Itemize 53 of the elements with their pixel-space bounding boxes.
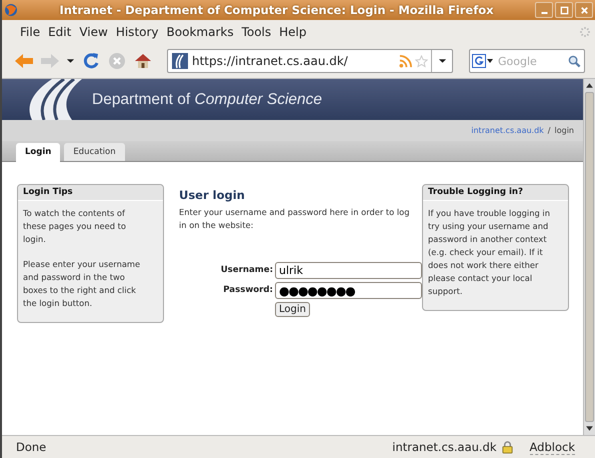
globe-icon (4, 3, 18, 17)
spinner-icon (579, 26, 591, 38)
menu-item[interactable]: View (75, 25, 112, 39)
tips-text: To watch the contents of these pages you need to login. (23, 207, 127, 246)
reload-icon[interactable] (81, 52, 101, 70)
scrollbar[interactable] (583, 79, 595, 435)
password-field[interactable]: ●●●●●●●● (275, 282, 422, 299)
address-field[interactable]: https://intranet.cs.aau.dk/ (167, 49, 453, 73)
trouble-text: If you have trouble logging in try using your username and password in another context (e.g. check your email). If it does not work there either please contact your local support. (428, 207, 551, 298)
search-field[interactable]: Google (469, 49, 585, 73)
panel-title: Login Tips (18, 185, 163, 201)
tips-text: Please enter your username and password in the two boxes to the right and click the login button. (23, 258, 142, 310)
menu-item[interactable]: History (112, 25, 163, 39)
caret-icon[interactable] (66, 58, 75, 64)
maximize-button[interactable] (555, 2, 573, 18)
tab[interactable]: Login (16, 143, 60, 162)
adblock-label[interactable]: Adblock (530, 440, 575, 454)
menu-item[interactable]: Bookmarks (162, 25, 238, 39)
close-button[interactable] (575, 2, 593, 18)
back-arrow-icon[interactable] (14, 52, 34, 70)
menu-item[interactable]: Help (275, 25, 310, 39)
login-intro: Enter your username and password here in order to log in on the website: (179, 206, 411, 232)
star-icon[interactable] (415, 54, 428, 68)
scroll-down-icon[interactable] (585, 424, 594, 433)
tab[interactable]: Education (64, 143, 125, 161)
minimize-icon (540, 12, 548, 14)
rss-icon[interactable] (399, 54, 412, 68)
window-title: Intranet - Department of Computer Science: Login - Mozilla Firefox (58, 3, 495, 17)
username-field[interactable]: ulrik (275, 262, 422, 279)
site-title: Department of Computer Science (92, 90, 322, 108)
panel-title: Trouble Logging in? (423, 185, 568, 201)
caret-icon (438, 58, 446, 64)
maximize-icon (560, 6, 568, 14)
scroll-up-icon[interactable] (585, 81, 594, 90)
status-host: intranet.cs.aau.dk (392, 440, 497, 454)
login-button[interactable]: Login (275, 302, 310, 317)
search-icon[interactable] (568, 54, 581, 68)
breadcrumb-separator: / (548, 126, 550, 135)
status-text: Done (16, 440, 46, 454)
login-heading: User login (179, 189, 246, 202)
password-label: Password: (222, 284, 273, 297)
username-label: Username: (220, 264, 273, 277)
site-logo-icon (172, 53, 188, 69)
padlock-icon[interactable] (500, 440, 514, 454)
menu-item[interactable]: Edit (44, 25, 76, 39)
search-engine-icon[interactable] (472, 54, 494, 68)
breadcrumb-current: login (554, 126, 574, 135)
close-icon (580, 6, 588, 14)
menu-item[interactable]: File (16, 25, 44, 39)
home-icon[interactable] (133, 52, 153, 70)
minimize-button[interactable] (535, 2, 553, 18)
menu-item[interactable]: Tools (238, 25, 276, 39)
breadcrumb-link[interactable]: intranet.cs.aau.dk (471, 126, 544, 135)
